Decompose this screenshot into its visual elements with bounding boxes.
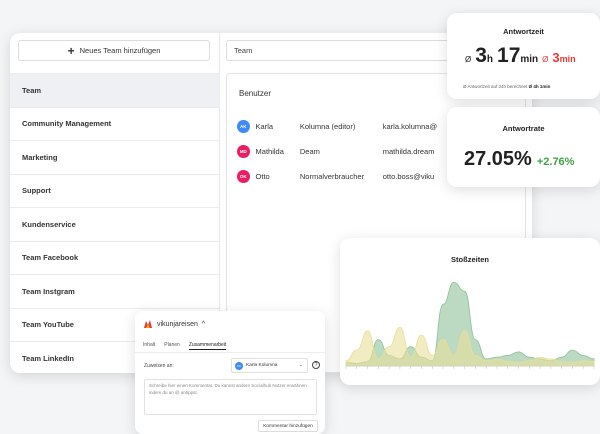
add-comment-button[interactable]: Kommentar hinzufügen: [258, 420, 318, 432]
team-label: Team: [22, 85, 42, 95]
user-role: Kolumna (editor): [299, 121, 356, 131]
response-time-card: Antwortzeit Ø 3 h 17 min Ø 3min Ø Antwort…: [447, 13, 600, 99]
response-time-note: Ø Antwortzeit auf 24h berechnet Ø 4h 1mi…: [463, 84, 550, 89]
team-label: Kundenservice: [22, 219, 76, 229]
target-time: Ø 3min: [542, 49, 575, 67]
tab-0[interactable]: Inhalt: [143, 342, 155, 350]
sidebar-item-team[interactable]: Community Management: [10, 106, 220, 141]
account-logo-icon: [144, 320, 152, 328]
note-value: Ø 4h 1min: [528, 84, 551, 89]
account-name: vikunjareisen: [157, 320, 198, 328]
compose-card: vikunjareisen ^ Inhalt Planen Zusammenarbe…: [135, 311, 325, 434]
plus-icon: +: [67, 43, 75, 58]
team-label: Team Facebook: [22, 253, 79, 263]
response-time-value: Ø 3 h 17 min Ø 3min: [465, 44, 576, 68]
sidebar-item-team[interactable]: Kundenservice: [10, 207, 220, 241]
team-label: Team LinkedIn: [22, 353, 74, 363]
team-label: Support: [22, 186, 51, 196]
divider: [135, 352, 325, 353]
team-label: Community Management: [22, 119, 112, 129]
rate-delta: +2.76%: [536, 156, 575, 168]
response-rate-title: Antwortrate: [502, 124, 545, 133]
rate-value: 27.05%: [464, 148, 532, 170]
team-label: Marketing: [22, 152, 58, 162]
sidebar-item-team[interactable]: Team Facebook: [10, 240, 220, 275]
response-time-title: Antwortzeit: [503, 27, 544, 36]
response-rate-card: Antwortrate 27.05% +2.76%: [447, 107, 600, 187]
comment-placeholder: Schreibe hier einen Kommentar. Du kannst…: [149, 383, 307, 395]
add-comment-label: Kommentar hinzufügen: [263, 423, 313, 429]
assignee-name: Karla Kolumna: [246, 363, 278, 368]
assign-label: Zuweisen an:: [144, 363, 174, 369]
target-symbol: Ø: [542, 55, 549, 64]
avatar: AK: [237, 119, 250, 133]
peak-times-chart: Stoßzeiten: [340, 238, 600, 385]
user-name: Otto: [255, 171, 270, 181]
chevron-down-icon: ⌄: [298, 362, 303, 368]
response-rate-value: 27.05% +2.76%: [464, 148, 574, 171]
hours-unit: h: [486, 54, 494, 65]
hours-value: 3: [475, 44, 487, 67]
sidebar-item-team[interactable]: Team: [10, 73, 220, 107]
avatar: OK: [237, 169, 250, 183]
sidebar-item-team[interactable]: Support: [10, 173, 220, 208]
team-label: Team YouTube: [22, 320, 74, 330]
target-minutes: 3: [552, 50, 560, 65]
chart-plot: [345, 281, 595, 369]
tab-1[interactable]: Planen: [164, 342, 180, 350]
user-name: Karla: [255, 121, 274, 131]
compose-tabs: Inhalt Planen Zusammenarbeit: [143, 342, 227, 350]
add-team-button[interactable]: + Neues Team hinzufügen: [18, 40, 210, 61]
user-role: Normalverbraucher: [299, 171, 365, 181]
users-title: Benutzer: [239, 89, 272, 98]
search-value: Team: [234, 46, 253, 55]
note-text: Ø Antwortzeit auf 24h berechnet: [463, 84, 528, 89]
sidebar-item-team[interactable]: Team Instgram: [10, 274, 220, 308]
team-label: Team Instgram: [22, 286, 75, 296]
chevron-up-icon[interactable]: ^: [202, 321, 205, 328]
help-icon[interactable]: ?: [312, 361, 320, 369]
avatar: MD: [237, 144, 250, 158]
minutes-value: 17: [497, 44, 521, 67]
user-name: Mathilda: [255, 146, 284, 156]
assignee-select[interactable]: KK Karla Kolumna ⌄: [231, 358, 308, 373]
target-unit: min: [559, 54, 576, 64]
minutes-unit: min: [520, 54, 539, 65]
assignee-avatar: KK: [235, 361, 243, 370]
avg-symbol: Ø: [465, 55, 472, 64]
comment-textarea[interactable]: Schreibe hier einen Kommentar. Du kannst…: [144, 379, 317, 415]
tab-2[interactable]: Zusammenarbeit: [188, 342, 227, 350]
sidebar-item-team[interactable]: Marketing: [10, 140, 220, 174]
user-role: Deam: [299, 146, 320, 156]
add-team-label: Neues Team hinzufügen: [79, 46, 161, 55]
compose-header: vikunjareisen ^: [143, 319, 205, 329]
